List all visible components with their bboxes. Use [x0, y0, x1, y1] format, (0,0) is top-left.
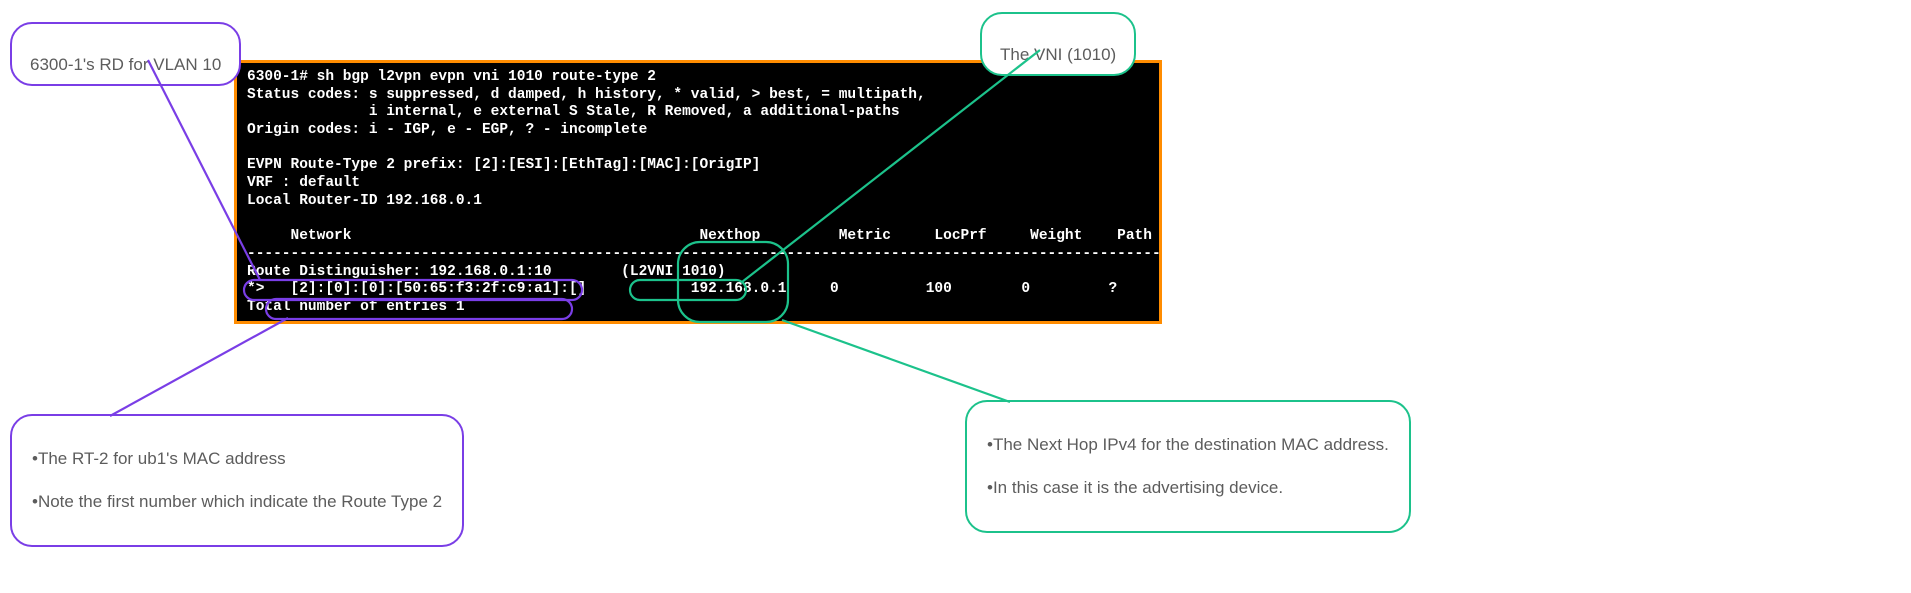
callout-vni: The VNI (1010)	[980, 12, 1136, 76]
callout-rd-vlan10: 6300-1's RD for VLAN 10	[10, 22, 241, 86]
callout-nexthop: The Next Hop IPv4 for the destination MA…	[965, 400, 1411, 533]
connector-rt2	[110, 318, 288, 416]
connector-nexthop	[782, 320, 1010, 402]
callout-text-line1: The Next Hop IPv4 for the destination MA…	[987, 434, 1389, 456]
callout-text: The VNI (1010)	[1000, 45, 1116, 64]
callout-text-line2: In this case it is the advertising devic…	[987, 477, 1389, 499]
callout-rt2-mac: The RT-2 for ub1's MAC address Note the …	[10, 414, 464, 547]
callout-text-line2: Note the first number which indicate the…	[32, 491, 442, 513]
callout-text: 6300-1's RD for VLAN 10	[30, 55, 221, 74]
callout-text-line1: The RT-2 for ub1's MAC address	[32, 448, 442, 470]
terminal-output: 6300-1# sh bgp l2vpn evpn vni 1010 route…	[247, 69, 1149, 317]
terminal-window: 6300-1# sh bgp l2vpn evpn vni 1010 route…	[234, 60, 1162, 324]
